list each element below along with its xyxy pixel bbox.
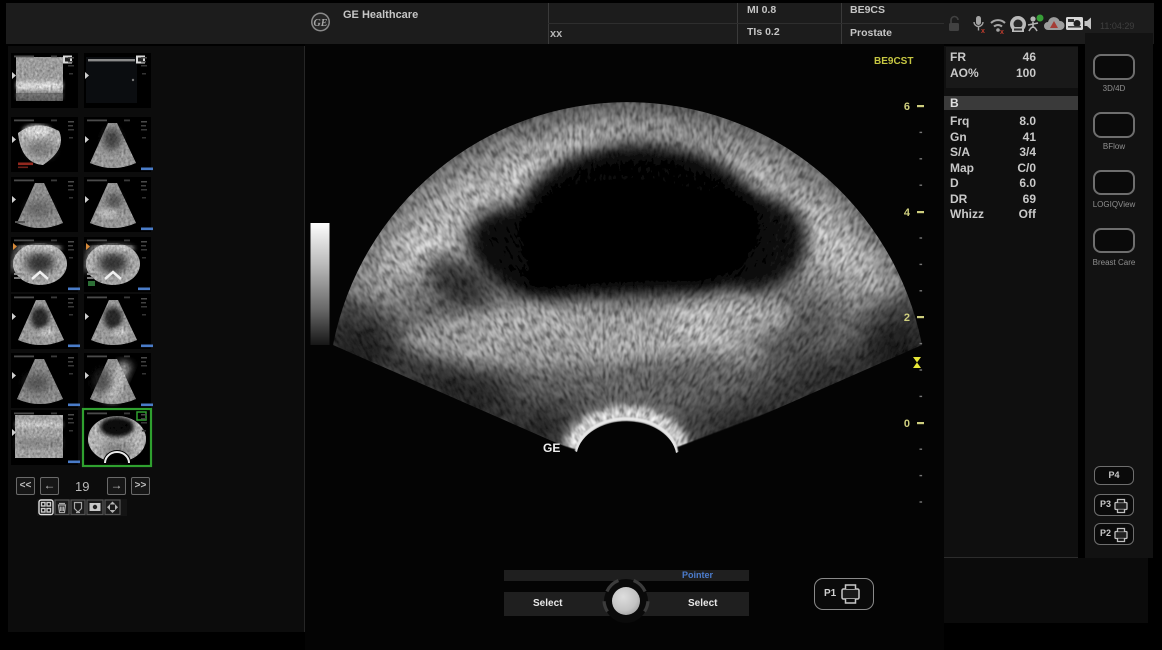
svg-text:x: x: [1000, 29, 1004, 36]
svg-text:GE: GE: [314, 18, 328, 29]
svg-text:0: 0: [904, 418, 910, 430]
svg-text:BE9CST: BE9CST: [874, 56, 913, 67]
svg-text:GE: GE: [543, 441, 560, 455]
svg-text:11:04:29: 11:04:29: [1100, 21, 1134, 31]
svg-text:4: 4: [904, 207, 911, 219]
svg-text:6: 6: [904, 101, 910, 113]
svg-text:2: 2: [904, 312, 910, 324]
svg-text:x: x: [981, 28, 985, 35]
